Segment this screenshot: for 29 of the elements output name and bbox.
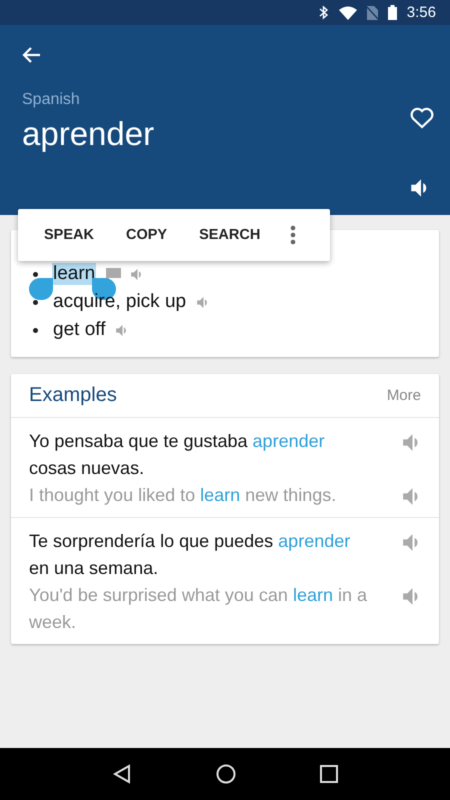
menu-action[interactable]: SEARCH xyxy=(183,219,276,251)
more-link[interactable]: More xyxy=(386,387,421,404)
battery-icon xyxy=(388,5,397,20)
recents-nav-icon[interactable] xyxy=(320,765,338,783)
example-sentence: Te sorprendería lo que puedes aprender en una semana. xyxy=(29,530,352,580)
bluetooth-icon xyxy=(318,5,329,20)
translation-text[interactable]: acquire, pick up xyxy=(52,291,188,313)
wifi-icon xyxy=(338,6,357,20)
selection-handle[interactable] xyxy=(29,278,53,300)
translation-text[interactable]: learn xyxy=(52,263,96,285)
example-sentence: Yo pensaba que te gustaba aprender cosas nuevas. xyxy=(29,430,326,480)
bullet xyxy=(33,328,38,332)
overflow-menu-icon[interactable] xyxy=(290,225,296,245)
example-translation: I thought you liked to learn new things. xyxy=(29,484,338,507)
home-nav-icon[interactable] xyxy=(216,764,236,784)
section-title: Examples xyxy=(29,384,117,407)
no-sim-icon xyxy=(366,6,378,20)
language-label: Spanish xyxy=(22,91,81,109)
back-arrow-icon[interactable] xyxy=(22,45,42,65)
bullet xyxy=(33,272,38,276)
clock-time: 3:56 xyxy=(406,4,436,21)
headword: aprender xyxy=(22,115,154,153)
menu-action[interactable]: SPEAK xyxy=(28,219,110,251)
translation-text[interactable]: get off xyxy=(52,319,106,341)
menu-action[interactable]: COPY xyxy=(110,219,184,251)
heart-icon[interactable] xyxy=(410,107,434,129)
back-nav-icon[interactable] xyxy=(112,764,132,784)
bullet xyxy=(33,300,38,304)
example-translation: You'd be surprised what you can learn in a week. xyxy=(29,584,368,634)
